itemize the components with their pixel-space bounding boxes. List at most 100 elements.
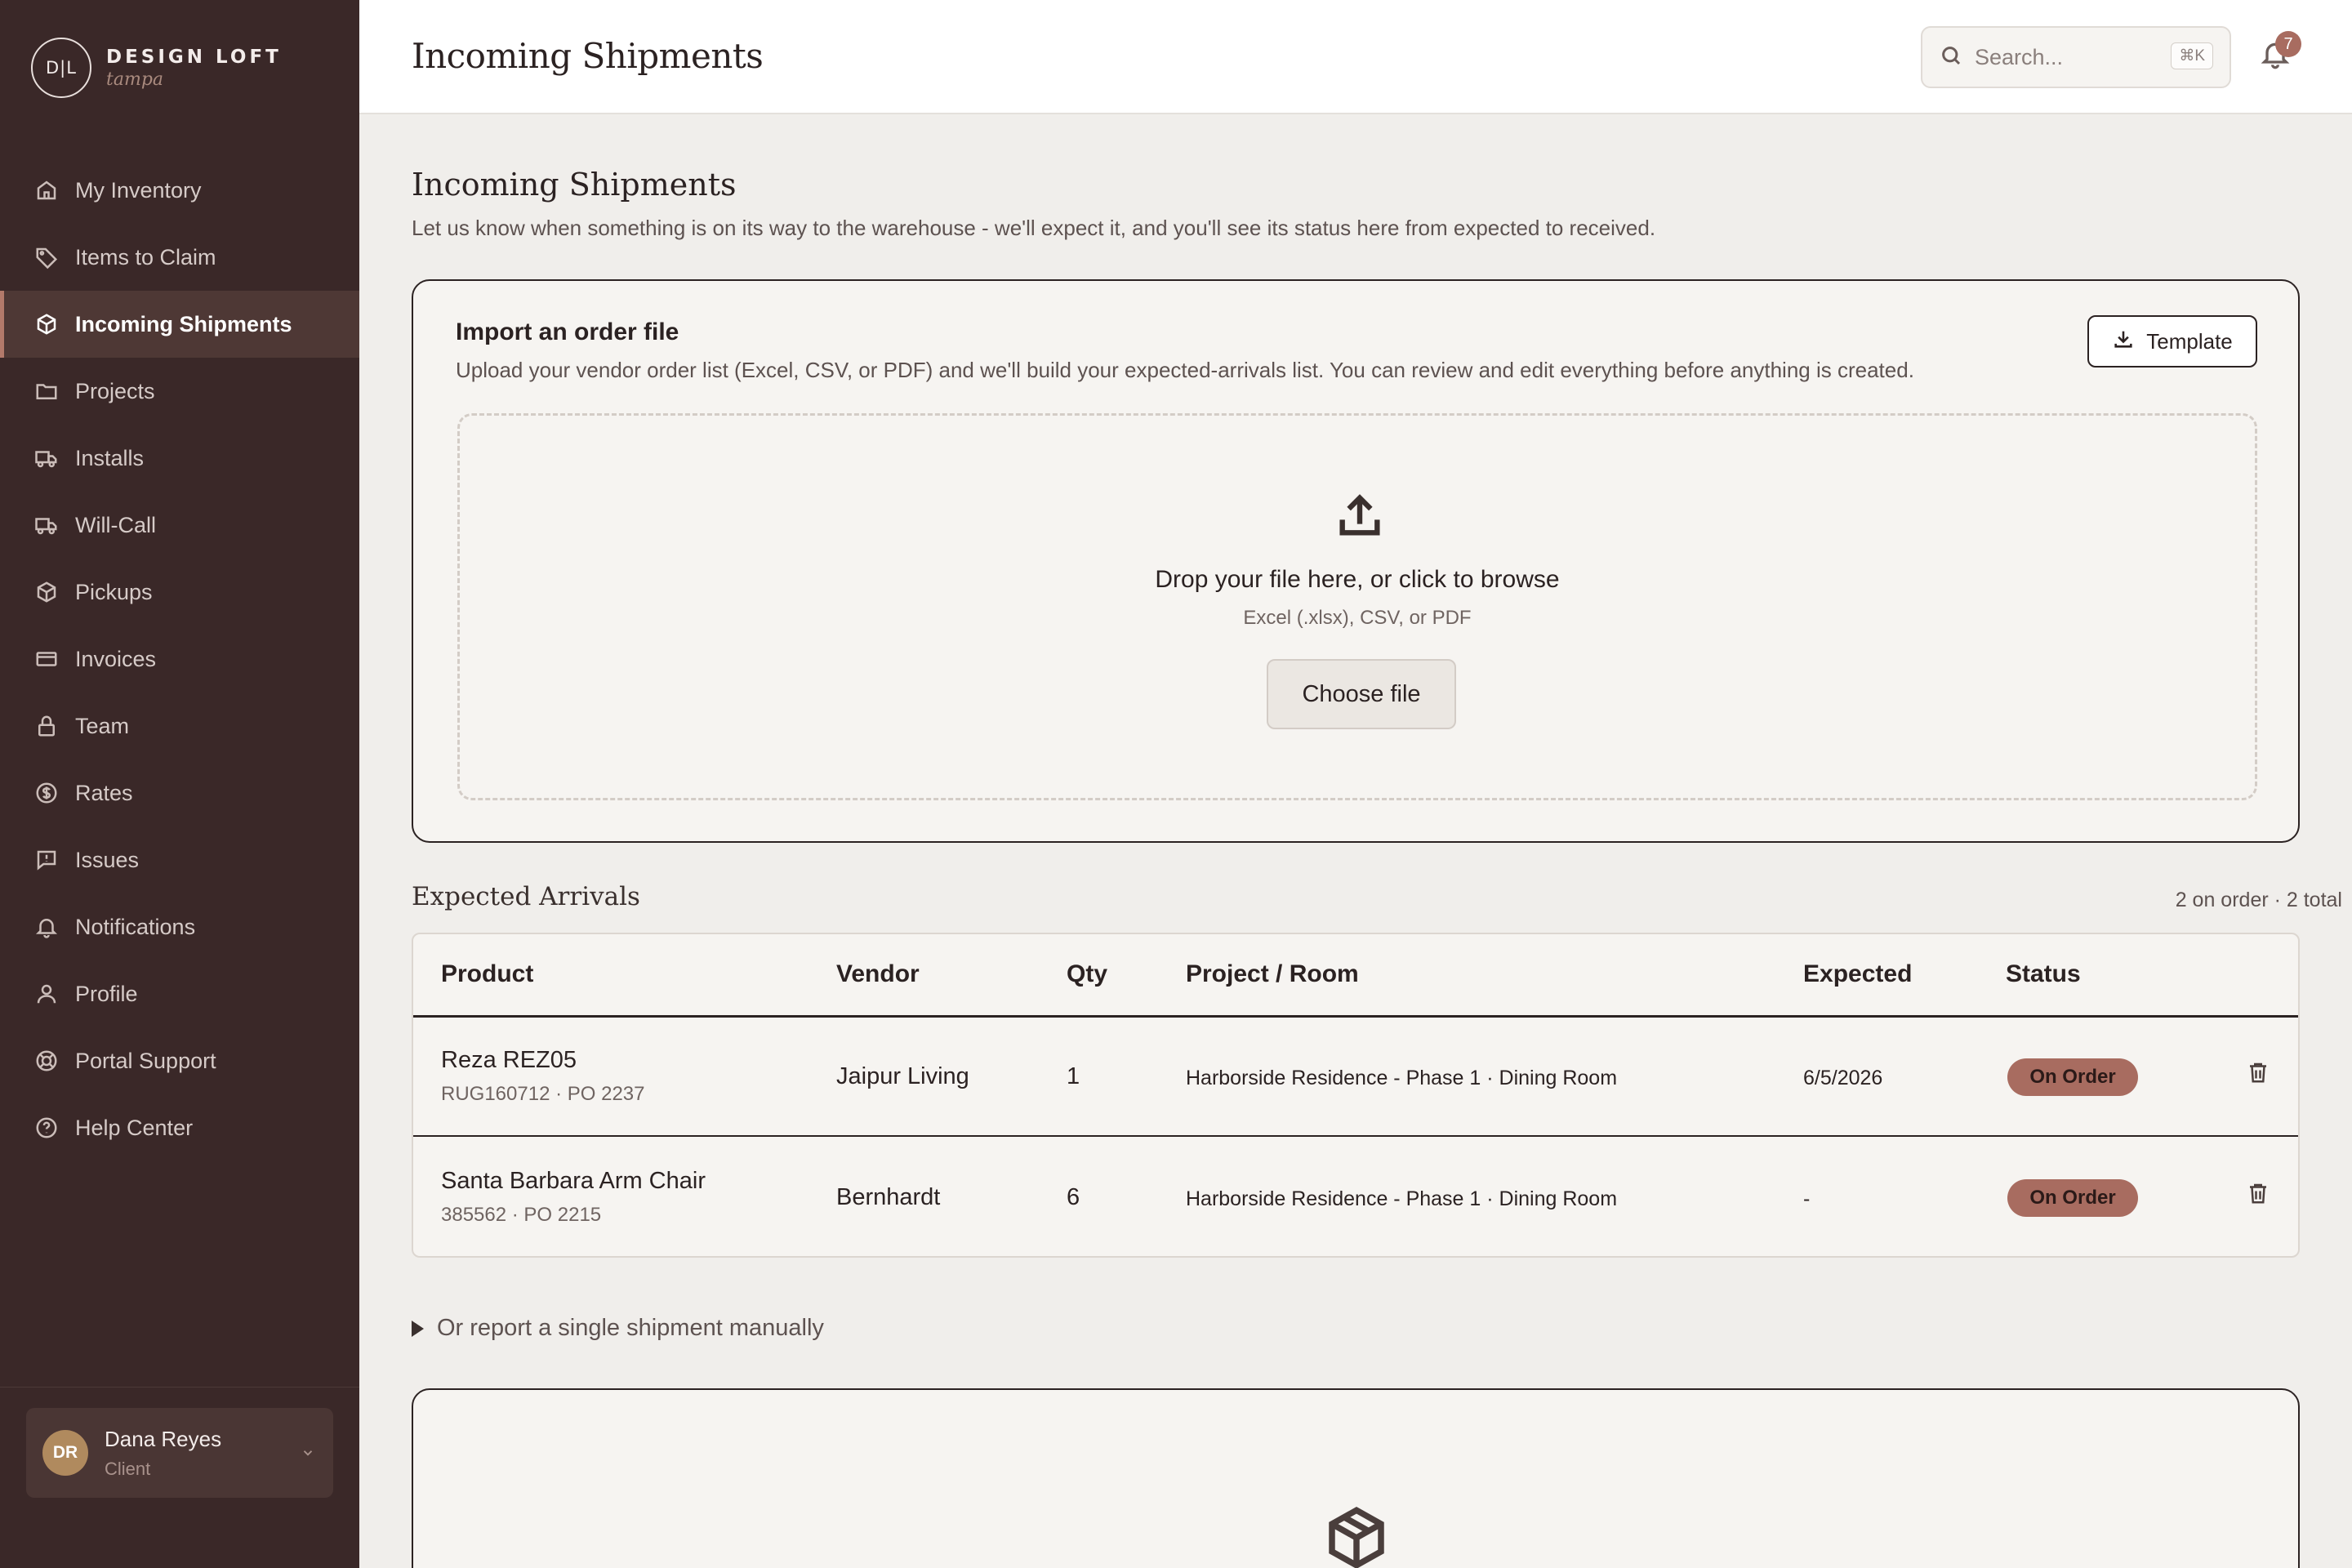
sidebar-item-rates[interactable]: Rates	[0, 760, 359, 826]
avatar: DR	[42, 1430, 88, 1476]
import-order-card: Import an order file Upload your vendor …	[412, 279, 2300, 843]
dropzone-title: Drop your file here, or click to browse	[1155, 566, 1560, 593]
bell-icon	[2259, 42, 2292, 74]
status-badge: On Order	[2007, 1179, 2138, 1217]
column-header-qty[interactable]: Qty	[1067, 960, 1107, 988]
home-icon	[33, 176, 60, 204]
trash-icon	[2246, 1062, 2270, 1089]
sidebar-divider	[0, 1387, 359, 1388]
import-description: Upload your vendor order list (Excel, CS…	[456, 358, 1914, 382]
vendor-cell: Jaipur Living	[836, 1063, 969, 1089]
column-header-status[interactable]: Status	[2006, 960, 2081, 988]
sidebar-item-label: Team	[75, 713, 130, 738]
sidebar-item-projects[interactable]: Projects	[0, 358, 359, 425]
expected-date-cell: 6/5/2026	[1803, 1067, 1883, 1089]
sidebar-item-label: Installs	[75, 445, 145, 470]
sidebar-item-items-to-claim[interactable]: Items to Claim	[0, 224, 359, 291]
top-header: Incoming Shipments Search... ⌘K 7	[359, 0, 2352, 114]
box-icon	[33, 578, 60, 606]
sidebar-item-help-center[interactable]: Help Center	[0, 1094, 359, 1161]
disclosure-triangle-icon	[412, 1320, 424, 1337]
sidebar-item-label: Projects	[75, 378, 155, 403]
tag-icon	[33, 243, 60, 271]
empty-state-card	[412, 1388, 2300, 1568]
sidebar-item-label: Items to Claim	[75, 244, 216, 270]
alert-icon	[33, 846, 60, 874]
status-badge: On Order	[2007, 1058, 2138, 1096]
column-header-product[interactable]: Product	[441, 960, 533, 988]
table-row[interactable]: Santa Barbara Arm Chair 385562 · PO 2215…	[413, 1138, 2298, 1256]
header-title: Incoming Shipments	[412, 36, 764, 76]
upload-icon	[1334, 489, 1386, 541]
product-name: Reza REZ05	[441, 1047, 577, 1073]
sidebar-item-notifications[interactable]: Notifications	[0, 893, 359, 960]
product-name: Santa Barbara Arm Chair	[441, 1168, 706, 1194]
notification-count-badge: 7	[2275, 31, 2301, 57]
sidebar-item-label: Notifications	[75, 914, 196, 939]
download-icon	[2112, 327, 2146, 356]
choose-file-button[interactable]: Choose file	[1267, 659, 1456, 729]
sidebar-item-issues[interactable]: Issues	[0, 826, 359, 893]
brand-subtitle: tampa	[106, 69, 164, 90]
arrivals-table: Product Vendor Qty Project / Room Expect…	[412, 933, 2300, 1258]
project-room-cell: Harborside Residence - Phase 1 · Dining …	[1186, 1067, 1618, 1089]
column-header-vendor[interactable]: Vendor	[836, 960, 920, 988]
sidebar-item-label: Incoming Shipments	[75, 311, 292, 336]
user-role: Client	[105, 1458, 151, 1479]
package-icon	[1320, 1501, 1393, 1568]
search-shortcut: ⌘K	[2171, 42, 2213, 69]
dropzone-hint: Excel (.xlsx), CSV, or PDF	[1243, 607, 1472, 629]
sidebar-item-pickups[interactable]: Pickups	[0, 559, 359, 626]
lock-icon	[33, 712, 60, 740]
column-header-expected[interactable]: Expected	[1803, 960, 1912, 988]
table-row[interactable]: Reza REZ05 RUG160712 · PO 2237 Jaipur Li…	[413, 1018, 2298, 1137]
dollar-icon	[33, 779, 60, 807]
logo-monogram: D|L	[31, 38, 91, 98]
import-title: Import an order file	[456, 318, 679, 345]
sidebar-item-will-call[interactable]: Will-Call	[0, 492, 359, 559]
sidebar-item-incoming-shipments[interactable]: Incoming Shipments	[0, 291, 359, 358]
column-header-project-room[interactable]: Project / Room	[1186, 960, 1359, 988]
sidebar-item-portal-support[interactable]: Portal Support	[0, 1027, 359, 1094]
manual-shipment-toggle[interactable]: Or report a single shipment manually	[412, 1315, 824, 1342]
sidebar-item-my-inventory[interactable]: My Inventory	[0, 157, 359, 224]
vendor-cell: Bernhardt	[836, 1184, 941, 1210]
lifebuoy-icon	[33, 1047, 60, 1075]
user-menu[interactable]: DR Dana Reyes Client	[26, 1408, 333, 1498]
template-download-button[interactable]: Template	[2087, 315, 2257, 368]
page-title: Incoming Shipments	[412, 167, 737, 203]
search-input[interactable]: Search... ⌘K	[1921, 26, 2231, 88]
delete-row-button[interactable]	[2246, 1179, 2274, 1210]
product-meta: 385562 · PO 2215	[441, 1204, 602, 1226]
sidebar-item-label: My Inventory	[75, 177, 202, 203]
sidebar-item-installs[interactable]: Installs	[0, 425, 359, 492]
sidebar-item-label: Help Center	[75, 1115, 194, 1140]
help-icon	[33, 1114, 60, 1142]
search-placeholder: Search...	[1975, 44, 2064, 69]
qty-cell: 6	[1067, 1184, 1080, 1210]
sidebar-item-team[interactable]: Team	[0, 693, 359, 760]
project-room-cell: Harborside Residence - Phase 1 · Dining …	[1186, 1187, 1618, 1210]
sidebar-item-invoices[interactable]: Invoices	[0, 626, 359, 693]
sidebar-item-label: Issues	[75, 847, 140, 872]
expected-arrivals-title: Expected Arrivals	[412, 882, 640, 911]
qty-cell: 1	[1067, 1063, 1080, 1089]
sidebar-item-profile[interactable]: Profile	[0, 960, 359, 1027]
sidebar-item-label: Will-Call	[75, 512, 156, 537]
brand-logo[interactable]: D|L DESIGN LOFT tampa	[31, 38, 282, 98]
file-dropzone[interactable]: Drop your file here, or click to browse …	[457, 413, 2257, 800]
user-icon	[33, 980, 60, 1008]
template-button-label: Template	[2146, 328, 2233, 354]
page-subtitle: Let us know when something is on its way…	[412, 216, 1656, 240]
table-header: Product Vendor Qty Project / Room Expect…	[413, 934, 2298, 1018]
arrivals-count: 2 on order · 2 total	[2175, 889, 2342, 911]
manual-shipment-label: Or report a single shipment manually	[437, 1315, 824, 1341]
user-name: Dana Reyes	[105, 1426, 222, 1451]
truck-icon	[33, 444, 60, 472]
folder-icon	[33, 377, 60, 405]
truck-icon	[33, 511, 60, 539]
trash-icon	[2246, 1183, 2270, 1210]
sidebar-item-label: Profile	[75, 981, 138, 1006]
delete-row-button[interactable]	[2246, 1058, 2274, 1089]
brand-name: DESIGN LOFT	[106, 46, 282, 68]
